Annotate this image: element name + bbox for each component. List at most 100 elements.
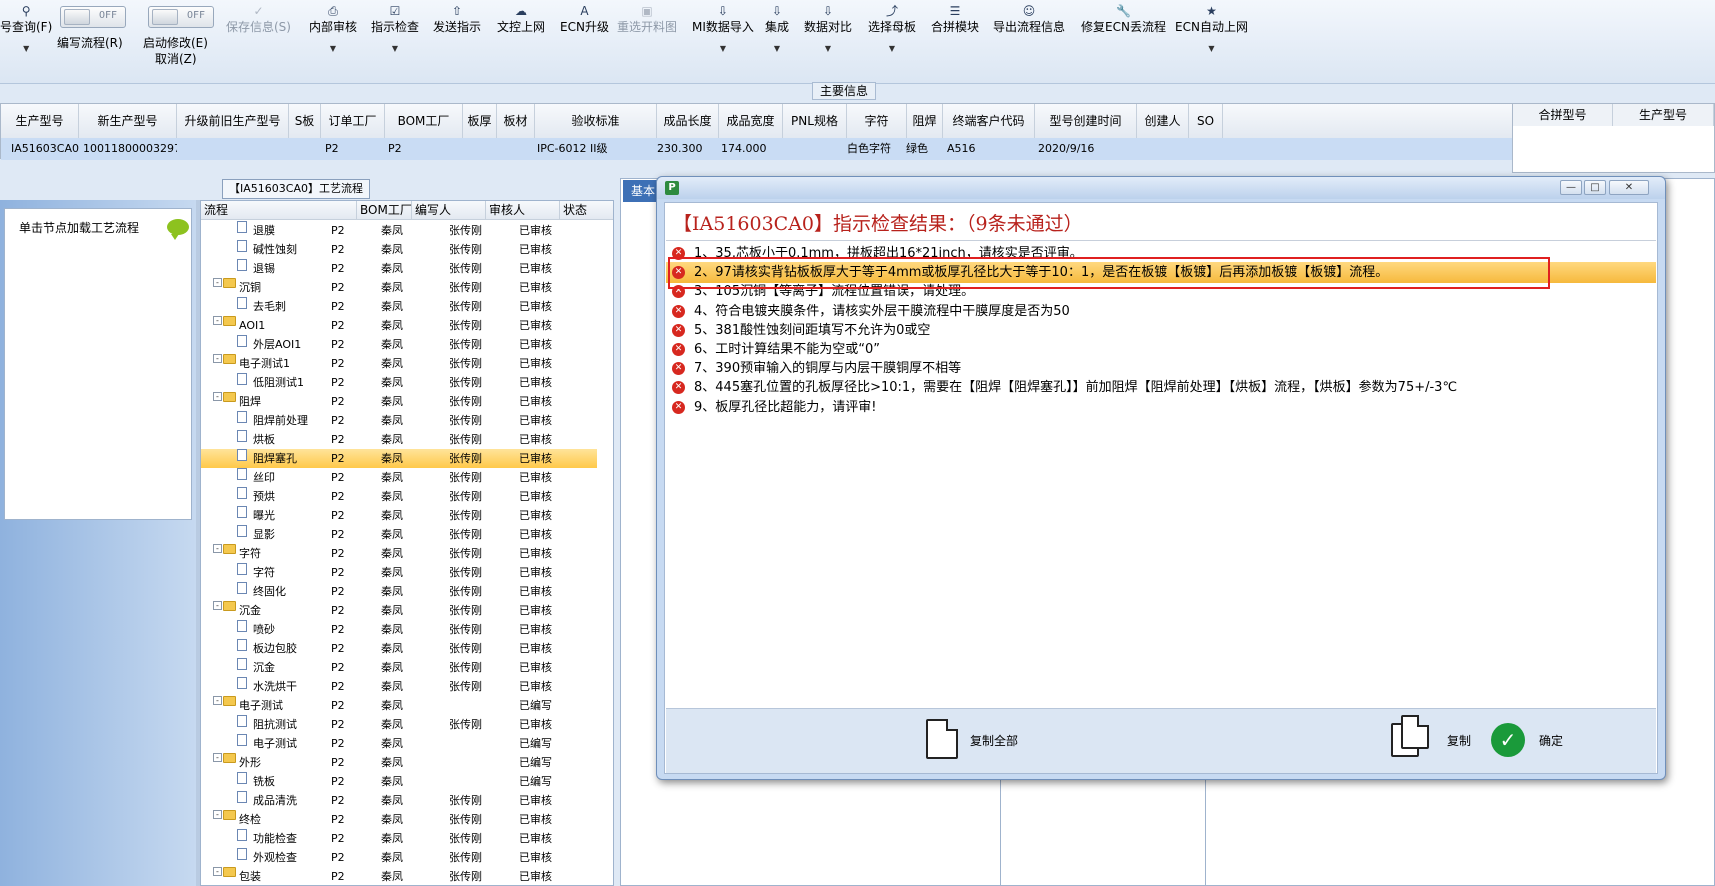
- tree-row[interactable]: 功能检查 P2 秦凤 张传刚 已审核: [201, 829, 597, 848]
- ok-button[interactable]: ✓ 确定: [1491, 709, 1591, 774]
- send-instruction-button[interactable]: ⇧ 发送指示: [433, 4, 481, 35]
- column-header[interactable]: 板厚: [463, 104, 497, 138]
- tree-row[interactable]: - 电子测试1 P2 秦凤 张传刚 已审核: [201, 354, 597, 373]
- column-header[interactable]: 板材: [497, 104, 535, 138]
- column-header[interactable]: 成品长度: [657, 104, 719, 138]
- flow-loader-box[interactable]: 单击节点加载工艺流程: [4, 208, 192, 520]
- tree-row[interactable]: 阻焊塞孔 P2 秦凤 张传刚 已审核: [201, 449, 597, 468]
- internal-review-button[interactable]: ⎙ 内部审核 ▼: [309, 4, 357, 53]
- column-header[interactable]: 合拼型号: [1513, 104, 1613, 126]
- tree-row[interactable]: 低阻测试1 P2 秦凤 张传刚 已审核: [201, 373, 597, 392]
- tree-row[interactable]: 外观检查 P2 秦凤 张传刚 已审核: [201, 848, 597, 867]
- mi-data-import-button[interactable]: ⇩ MI数据导入 ▼: [692, 4, 754, 53]
- merge-module-button[interactable]: ☰ 合拼模块: [931, 4, 979, 35]
- dialog-titlebar[interactable]: P — □ ✕: [657, 177, 1665, 199]
- dropdown-arrow-icon[interactable]: ▼: [804, 44, 852, 53]
- tree-row[interactable]: 显影 P2 秦凤 张传刚 已审核: [201, 525, 597, 544]
- column-header[interactable]: 状态: [560, 201, 613, 220]
- dropdown-arrow-icon[interactable]: ▼: [692, 44, 754, 53]
- column-header[interactable]: 审核人: [486, 201, 560, 220]
- tree-row[interactable]: 预烘 P2 秦凤 张传刚 已审核: [201, 487, 597, 506]
- error-item[interactable]: ✕ 7、390预审输入的铜厚与内层干膜铜厚不相等: [666, 358, 1656, 379]
- error-item[interactable]: ✕ 8、445塞孔位置的孔板厚径比>10:1，需要在【阻焊【阻焊塞孔】】前加阻焊【…: [666, 377, 1656, 398]
- dropdown-arrow-icon[interactable]: ▼: [371, 44, 419, 53]
- dropdown-arrow-icon[interactable]: ▼: [765, 44, 789, 53]
- column-header[interactable]: BOM工厂: [357, 201, 412, 220]
- column-header[interactable]: S板: [289, 104, 321, 138]
- enable-edit-toggle[interactable]: OFF: [148, 6, 214, 28]
- error-item[interactable]: ✕ 6、工时计算结果不能为空或“0”: [666, 339, 1656, 360]
- column-header[interactable]: 升级前旧生产型号: [177, 104, 289, 138]
- tree-row[interactable]: 喷砂 P2 秦凤 张传刚 已审核: [201, 620, 597, 639]
- column-header[interactable]: 新生产型号: [79, 104, 177, 138]
- column-header[interactable]: 阻焊: [907, 104, 943, 138]
- ecn-auto-online-button[interactable]: ★ ECN自动上网 ▼: [1175, 4, 1248, 53]
- tree-row[interactable]: 板边包胶 P2 秦凤 张传刚 已审核: [201, 639, 597, 658]
- column-header[interactable]: 型号创建时间: [1035, 104, 1137, 138]
- error-item[interactable]: ✕ 5、381酸性蚀刻间距填写不允许为0或空: [666, 320, 1656, 341]
- tree-row[interactable]: - 沉铜 P2 秦凤 张传刚 已审核: [201, 278, 597, 297]
- tree-row[interactable]: 电子测试 P2 秦凤 已编写: [201, 734, 597, 753]
- column-header[interactable]: 验收标准: [535, 104, 657, 138]
- doc-control-online-button[interactable]: ☁ 文控上网: [497, 4, 545, 35]
- dropdown-arrow-icon[interactable]: ▼: [0, 44, 52, 53]
- close-button[interactable]: ✕: [1609, 180, 1649, 195]
- export-flow-info-button[interactable]: ☺ 导出流程信息: [993, 4, 1065, 35]
- tree-row[interactable]: 去毛刺 P2 秦凤 张传刚 已审核: [201, 297, 597, 316]
- column-header[interactable]: 终端客户代码: [943, 104, 1035, 138]
- tree-row[interactable]: 成品清洗 P2 秦凤 张传刚 已审核: [201, 791, 597, 810]
- cancel-button[interactable]: 取消(Z): [155, 50, 197, 67]
- column-header[interactable]: 生产型号: [1, 104, 79, 138]
- column-header[interactable]: 成品宽度: [719, 104, 783, 138]
- column-header[interactable]: 流程: [201, 201, 357, 220]
- tree-row[interactable]: - 字符 P2 秦凤 张传刚 已审核: [201, 544, 597, 563]
- tree-row[interactable]: - 电子测试 P2 秦凤 已编写: [201, 696, 597, 715]
- copy-button[interactable]: 复制: [1391, 709, 1471, 774]
- tree-row[interactable]: 水洗烘干 P2 秦凤 张传刚 已审核: [201, 677, 597, 696]
- tree-row[interactable]: - 阻焊 P2 秦凤 张传刚 已审核: [201, 392, 597, 411]
- column-header[interactable]: 字符: [847, 104, 907, 138]
- tree-row[interactable]: 退锡 P2 秦凤 张传刚 已审核: [201, 259, 597, 278]
- column-header[interactable]: 创建人: [1137, 104, 1189, 138]
- column-header[interactable]: 订单工厂: [321, 104, 385, 138]
- tree-row[interactable]: 丝印 P2 秦凤 张传刚 已审核: [201, 468, 597, 487]
- tree-row[interactable]: 退膜 P2 秦凤 张传刚 已审核: [201, 221, 597, 240]
- tree-row[interactable]: 铣板 P2 秦凤 已编写: [201, 772, 597, 791]
- tree-row[interactable]: 曝光 P2 秦凤 张传刚 已审核: [201, 506, 597, 525]
- tree-row[interactable]: 碱性蚀刻 P2 秦凤 张传刚 已审核: [201, 240, 597, 259]
- maximize-button[interactable]: □: [1584, 180, 1606, 195]
- column-header[interactable]: SO: [1189, 104, 1223, 138]
- dropdown-arrow-icon[interactable]: ▼: [309, 44, 357, 53]
- data-compare-button[interactable]: ⇩ 数据对比 ▼: [804, 4, 852, 53]
- dropdown-arrow-icon[interactable]: ▼: [1175, 44, 1248, 53]
- tree-row[interactable]: 阻抗测试 P2 秦凤 张传刚 已审核: [201, 715, 597, 734]
- tree-row[interactable]: - 包装 P2 秦凤 张传刚 已审核: [201, 867, 597, 885]
- table-row[interactable]: IA51603CA0 10011800003297 P2 P2 IPC-6012…: [1, 138, 1513, 160]
- tree-row[interactable]: 沉金 P2 秦凤 张传刚 已审核: [201, 658, 597, 677]
- tree-row[interactable]: - 沉金 P2 秦凤 张传刚 已审核: [201, 601, 597, 620]
- tree-row[interactable]: 阻焊前处理 P2 秦凤 张传刚 已审核: [201, 411, 597, 430]
- write-flow-toggle[interactable]: OFF: [60, 6, 126, 28]
- repair-ecn-flow-button[interactable]: 🔧 修复ECN丢流程: [1081, 4, 1166, 35]
- ecn-upgrade-button[interactable]: A ECN升级: [560, 4, 609, 35]
- chat-bubble-icon[interactable]: [167, 219, 189, 240]
- tree-row[interactable]: 外层AOI1 P2 秦凤 张传刚 已审核: [201, 335, 597, 354]
- select-motherboard-button[interactable]: ⤴ 选择母板 ▼: [868, 4, 916, 53]
- dropdown-arrow-icon[interactable]: ▼: [868, 44, 916, 53]
- copy-all-button[interactable]: 复制全部: [926, 709, 1046, 774]
- integrate-button[interactable]: ⇩ 集成 ▼: [765, 4, 789, 53]
- save-info-button[interactable]: ✓ 保存信息(S): [226, 4, 291, 35]
- column-header[interactable]: 编写人: [412, 201, 486, 220]
- tree-row[interactable]: 终固化 P2 秦凤 张传刚 已审核: [201, 582, 597, 601]
- reselect-cutting-button[interactable]: ▣ 重选开料图: [617, 4, 677, 35]
- tree-row[interactable]: - AOI1 P2 秦凤 张传刚 已审核: [201, 316, 597, 335]
- error-item[interactable]: ✕ 9、板厚孔径比超能力，请评审!: [666, 397, 1656, 418]
- tree-row[interactable]: - 外形 P2 秦凤 已编写: [201, 753, 597, 772]
- error-item[interactable]: ✕ 4、符合电镀夹膜条件，请核实外层干膜流程中干膜厚度是否为50: [666, 301, 1656, 322]
- query-button[interactable]: ⚲ 号查询(F) ▼: [0, 4, 52, 53]
- instruction-check-button[interactable]: ☑ 指示检查 ▼: [371, 4, 419, 53]
- minimize-button[interactable]: —: [1560, 180, 1582, 195]
- column-header[interactable]: PNL规格: [783, 104, 847, 138]
- column-header[interactable]: 生产型号: [1613, 104, 1714, 126]
- tree-row[interactable]: 字符 P2 秦凤 张传刚 已审核: [201, 563, 597, 582]
